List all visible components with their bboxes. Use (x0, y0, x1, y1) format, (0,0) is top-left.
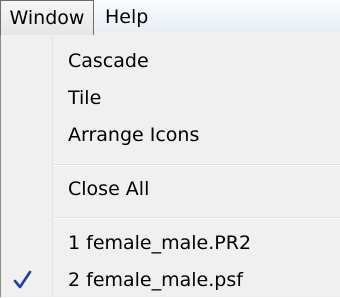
checkmark-icon (12, 266, 34, 294)
window-dropdown-menu: Cascade Tile Arrange Icons Close All 1 f… (0, 33, 340, 297)
menu-help[interactable]: Help (103, 0, 150, 34)
menu-separator (53, 164, 340, 166)
menu-item-cascade[interactable]: Cascade (68, 47, 149, 75)
menu-icon-gutter (1, 33, 53, 297)
menu-item-close-all[interactable]: Close All (68, 175, 149, 203)
menu-window[interactable]: Window (0, 0, 94, 35)
menu-item-recent-file-2[interactable]: 2 female_male.psf (68, 266, 243, 294)
menu-separator (53, 217, 340, 219)
menu-bar: Window Help (0, 0, 340, 35)
menu-item-recent-file-1[interactable]: 1 female_male.PR2 (68, 229, 251, 257)
menu-item-tile[interactable]: Tile (68, 84, 101, 112)
menu-item-arrange-icons[interactable]: Arrange Icons (68, 121, 199, 149)
